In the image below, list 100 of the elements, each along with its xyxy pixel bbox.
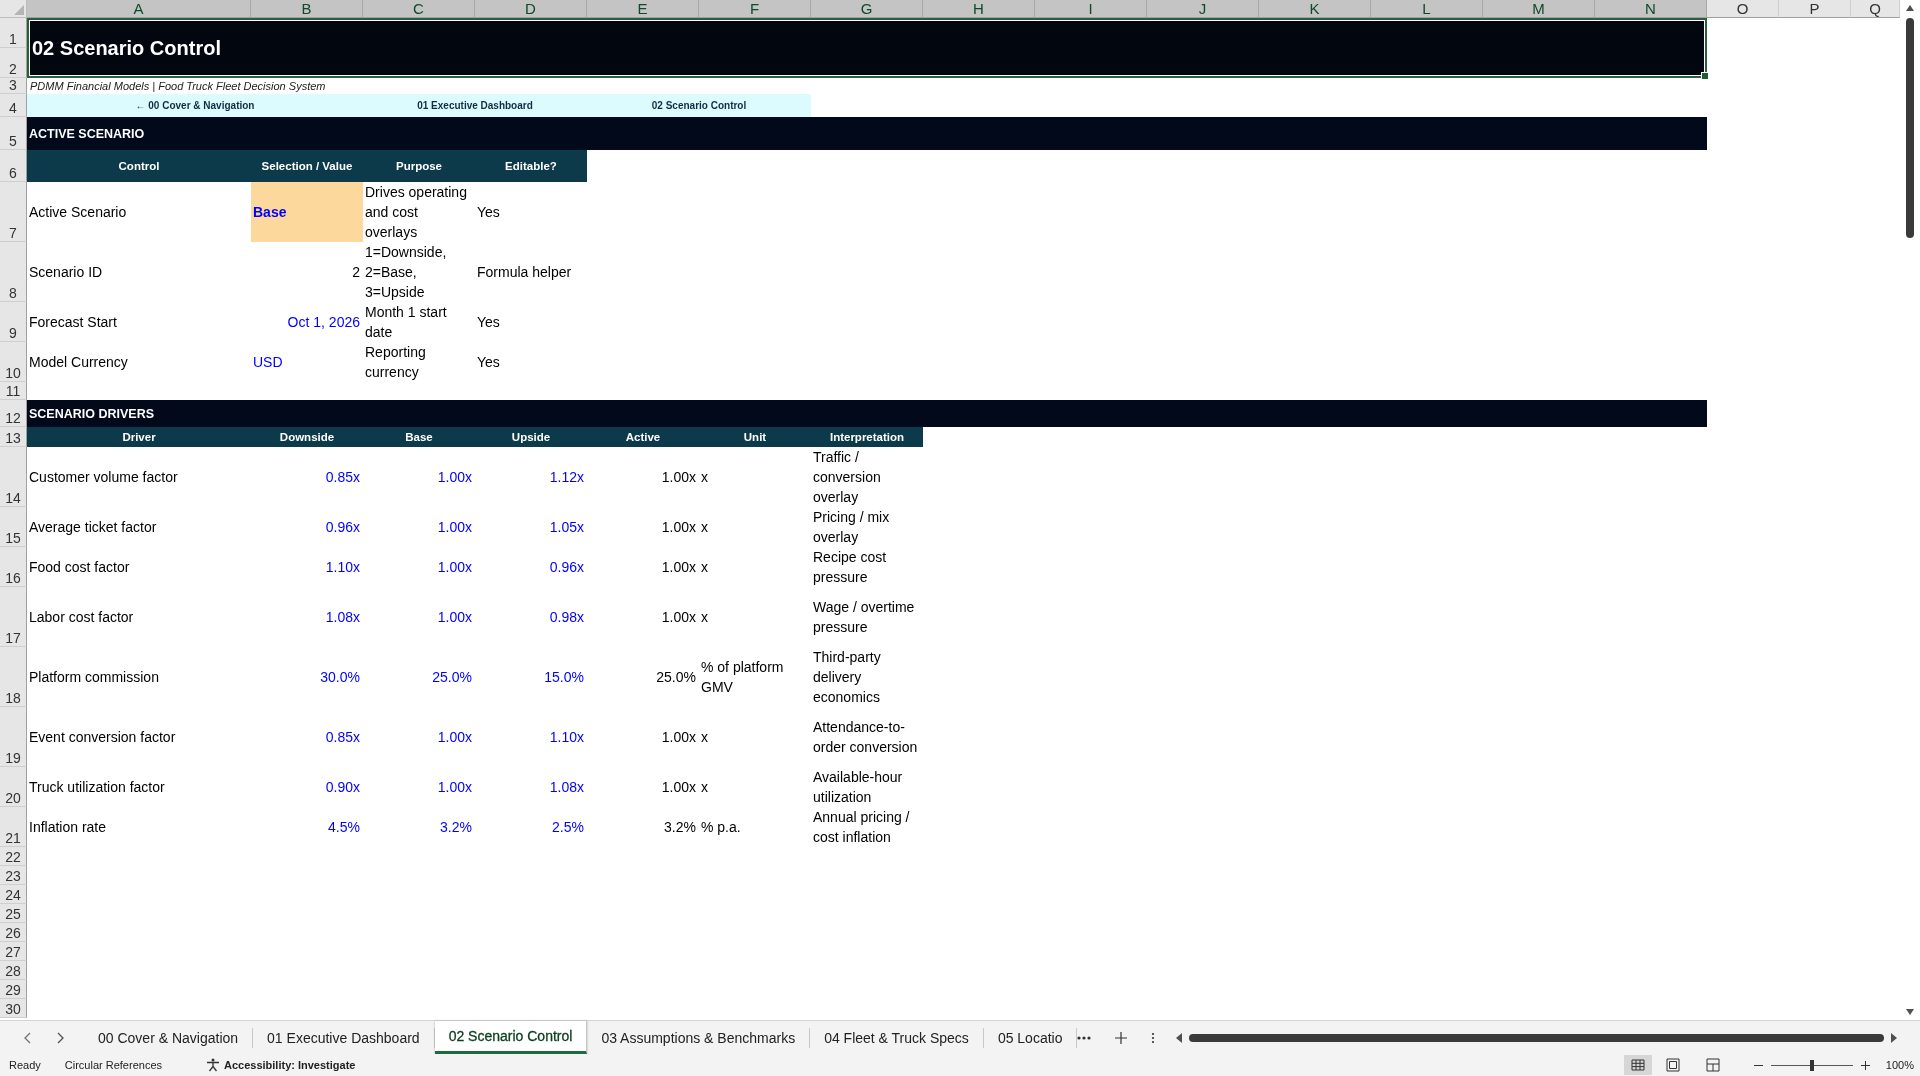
next-sheet-icon[interactable] [56, 1031, 64, 1044]
row-header[interactable]: 23 [0, 866, 27, 885]
table-cell-text: Reporting currency [364, 343, 427, 382]
column-heading: Interpretation [811, 427, 923, 447]
table-cell-text: x [700, 468, 709, 487]
section-heading: ACTIVE SCENARIO [27, 117, 1707, 150]
column-header[interactable]: I [1035, 0, 1147, 18]
row-header[interactable]: 16 [0, 547, 27, 587]
table-cell-text: 1.00x [436, 558, 473, 577]
scroll-right-icon[interactable] [1890, 1032, 1898, 1043]
row-header[interactable]: 14 [0, 447, 27, 507]
table-cell-text: 0.85x [324, 728, 361, 747]
options-icon[interactable] [1151, 1031, 1156, 1044]
row-header[interactable]: 11 [0, 382, 27, 400]
column-header[interactable]: Q [1851, 0, 1900, 18]
row-header[interactable]: 25 [0, 904, 27, 923]
dropdown-field[interactable]: Base [251, 182, 363, 242]
column-heading: Selection / Value [251, 150, 363, 182]
column-heading: Driver [27, 427, 251, 447]
zoom-slider-thumb[interactable] [1809, 1059, 1814, 1071]
previous-sheet-icon[interactable] [24, 1031, 32, 1044]
table-cell-text: Oct 1, 2026 [286, 313, 361, 332]
sheet-tab[interactable]: 02 Scenario Control [434, 1021, 588, 1054]
column-header[interactable]: O [1707, 0, 1779, 18]
scroll-up-icon[interactable] [1905, 4, 1915, 12]
nav-link[interactable]: ← 00 Cover & Navigation [135, 100, 255, 111]
scrollbar-thumb[interactable] [1906, 18, 1914, 238]
table-cell-text: 2.5% [551, 818, 585, 837]
scroll-down-icon[interactable] [1905, 1008, 1915, 1016]
table-cell-text: 30.0% [319, 668, 361, 687]
accessibility-status[interactable]: Accessibility: Investigate [224, 1059, 356, 1071]
row-header[interactable]: 13 [0, 427, 27, 447]
row-header[interactable]: 4 [0, 94, 27, 117]
column-header[interactable]: N [1595, 0, 1707, 18]
row-header[interactable]: 18 [0, 647, 27, 707]
table-cell-text: 1.08x [324, 608, 361, 627]
table-cell-text: Annual pricing / cost inflation [812, 808, 911, 847]
column-header[interactable]: E [587, 0, 699, 18]
column-header[interactable]: F [699, 0, 811, 18]
table-cell-text: Food cost factor [28, 558, 131, 577]
row-header[interactable]: 27 [0, 942, 27, 961]
row-header[interactable]: 8 [0, 242, 27, 302]
column-header[interactable]: C [363, 0, 475, 18]
row-header[interactable]: 21 [0, 807, 27, 847]
status-text[interactable]: Circular References [64, 1059, 162, 1071]
sheet-tab[interactable]: 00 Cover & Navigation [84, 1028, 254, 1048]
row-header[interactable]: 20 [0, 767, 27, 807]
subtitle: PDMM Financial Models | Food Truck Fleet Decision System [29, 79, 327, 94]
column-header[interactable]: M [1483, 0, 1595, 18]
nav-link[interactable]: 02 Scenario Control [651, 100, 747, 111]
row-header[interactable]: 28 [0, 961, 27, 980]
row-header[interactable]: 15 [0, 507, 27, 547]
add-sheet-icon[interactable] [1115, 1031, 1128, 1044]
row-header[interactable]: 1 [0, 18, 27, 48]
row-header[interactable]: 12 [0, 400, 27, 427]
row-header[interactable]: 10 [0, 342, 27, 382]
column-header[interactable]: H [923, 0, 1035, 18]
zoom-in-icon[interactable] [1860, 1060, 1870, 1070]
table-cell-text: 1.12x [548, 468, 585, 487]
fill-handle[interactable] [1701, 72, 1709, 80]
page-layout-icon[interactable] [1665, 1058, 1680, 1072]
column-header[interactable]: G [811, 0, 923, 18]
table-cell-text: USD [252, 353, 284, 372]
table-cell-text: 1.00x [660, 728, 697, 747]
sheet-tab[interactable]: 03 Assumptions & Benchmarks [587, 1028, 811, 1048]
table-cell-text: Yes [476, 313, 501, 332]
row-header[interactable]: 17 [0, 587, 27, 647]
row-header[interactable]: 19 [0, 707, 27, 767]
normal-view-icon[interactable] [1623, 1055, 1652, 1075]
zoom-level[interactable]: 100% [1885, 1059, 1914, 1071]
column-header[interactable]: P [1779, 0, 1851, 18]
scrollbar-thumb[interactable] [1189, 1033, 1884, 1042]
page-break-icon[interactable] [1705, 1058, 1720, 1072]
table-cell-text: Pricing / mix overlay [812, 508, 891, 547]
nav-link[interactable]: 01 Executive Dashboard [417, 100, 533, 111]
column-header[interactable]: L [1371, 0, 1483, 18]
table-cell-text: Attendance-to-order conversion [812, 718, 919, 757]
row-header[interactable]: 2 [0, 48, 27, 78]
column-header[interactable]: K [1259, 0, 1371, 18]
sheet-tab[interactable]: 01 Executive Dashboard [253, 1028, 435, 1048]
accessibility-icon[interactable] [206, 1058, 220, 1072]
table-cell-text: Event conversion factor [28, 728, 177, 747]
row-header[interactable]: 30 [0, 999, 27, 1018]
row-header[interactable]: 6 [0, 150, 27, 182]
scroll-left-icon[interactable] [1175, 1032, 1184, 1043]
more-tabs-icon[interactable] [1077, 1035, 1092, 1040]
row-header[interactable]: 26 [0, 923, 27, 942]
column-header[interactable]: A [27, 0, 251, 18]
column-header[interactable]: J [1147, 0, 1259, 18]
sheet-tab[interactable]: 04 Fleet & Truck Specs [810, 1028, 984, 1048]
column-header[interactable]: D [475, 0, 587, 18]
column-header[interactable]: B [251, 0, 363, 18]
row-header[interactable]: 3 [0, 78, 27, 94]
row-header[interactable]: 5 [0, 117, 27, 150]
row-header[interactable]: 29 [0, 980, 27, 999]
row-header[interactable]: 7 [0, 182, 27, 242]
sheet-tab[interactable]: 05 Locatio [983, 1028, 1078, 1048]
row-header[interactable]: 24 [0, 885, 27, 904]
row-header[interactable]: 22 [0, 847, 27, 866]
row-header[interactable]: 9 [0, 302, 27, 342]
